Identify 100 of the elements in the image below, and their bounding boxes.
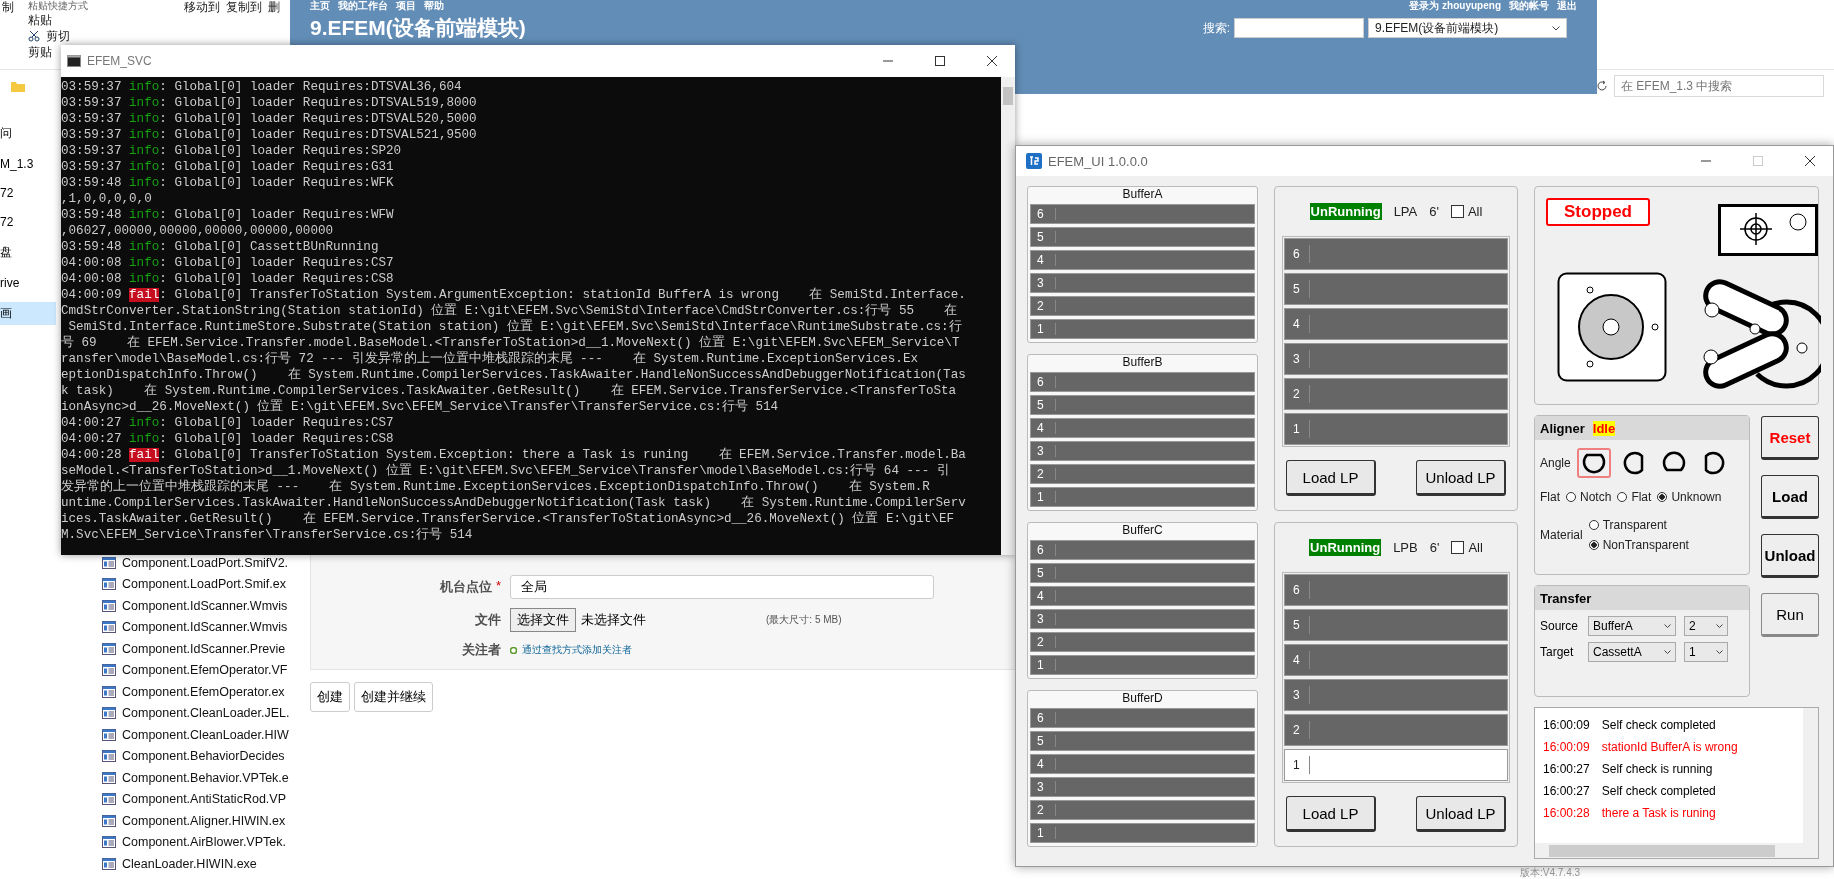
file-name[interactable]: Component.BehaviorDecides bbox=[122, 749, 285, 764]
wafer-slot[interactable]: 3 bbox=[1030, 441, 1255, 461]
radio-button[interactable] bbox=[1588, 540, 1599, 550]
wafer-slot[interactable]: 3 bbox=[1030, 609, 1255, 629]
radio-button[interactable] bbox=[1617, 492, 1628, 502]
nav-item[interactable]: M_1.3 bbox=[0, 154, 56, 174]
file-name[interactable]: Component.IdScanner.Wmvis bbox=[122, 620, 288, 635]
top-menu-link[interactable]: 帮助 bbox=[424, 0, 444, 12]
project-dropdown[interactable]: 9.EFEM(设备前端模块) bbox=[1368, 18, 1567, 38]
wafer-slot[interactable]: 5 bbox=[1030, 395, 1255, 415]
nav-item[interactable]: 画 bbox=[0, 302, 56, 325]
account-link[interactable]: 我的帐号 bbox=[1509, 0, 1549, 12]
delete-button[interactable]: 删 bbox=[268, 0, 280, 14]
wafer-slot[interactable]: 5 bbox=[1030, 563, 1255, 583]
load-port-button[interactable]: Load LP bbox=[1286, 460, 1376, 496]
scrollbar[interactable] bbox=[1803, 708, 1818, 843]
file-name[interactable]: Component.AntiStaticRod.VP bbox=[122, 792, 286, 807]
wafer-slot[interactable]: 6 bbox=[1030, 540, 1255, 560]
wafer-slot[interactable]: 6 bbox=[1030, 204, 1255, 224]
account-link[interactable]: 退出 bbox=[1557, 0, 1577, 12]
wafer-slot[interactable]: 4 bbox=[1030, 250, 1255, 270]
wafer-slot[interactable]: 2 bbox=[1284, 378, 1508, 410]
radio-button[interactable] bbox=[1657, 492, 1668, 502]
action-button[interactable]: Reset bbox=[1761, 416, 1819, 460]
wafer-slot[interactable]: 3 bbox=[1284, 679, 1508, 711]
move-to-button[interactable]: 移动到 bbox=[184, 0, 220, 14]
file-name[interactable]: CleanLoader.HIWIN.exe bbox=[122, 856, 257, 871]
file-name[interactable]: Component.CleanLoader.JEL. bbox=[122, 706, 290, 721]
action-button[interactable]: Run bbox=[1761, 593, 1819, 637]
wafer-slot[interactable]: 1 bbox=[1030, 655, 1255, 675]
wafer-slot[interactable]: 1 bbox=[1030, 319, 1255, 339]
wafer-slot[interactable]: 2 bbox=[1030, 632, 1255, 652]
dropdown[interactable]: 1 bbox=[1684, 642, 1728, 662]
submit-button[interactable]: 创建并继续 bbox=[354, 682, 433, 712]
account-link[interactable]: 登录为 zhouyupeng bbox=[1409, 0, 1501, 12]
wafer-slot[interactable]: 2 bbox=[1284, 714, 1508, 746]
action-button[interactable]: Unload bbox=[1761, 534, 1819, 578]
orientation-button[interactable] bbox=[1576, 448, 1611, 478]
load-port-button[interactable]: Unload LP bbox=[1416, 460, 1506, 496]
wafer-slot[interactable]: 2 bbox=[1030, 464, 1255, 484]
scrollbar[interactable] bbox=[1001, 77, 1015, 555]
nav-item[interactable]: 72 bbox=[0, 183, 56, 203]
wafer-slot[interactable]: 1 bbox=[1284, 413, 1508, 445]
wafer-slot[interactable]: 4 bbox=[1284, 308, 1508, 340]
cut-button[interactable]: 剪切 bbox=[46, 29, 70, 43]
dropdown[interactable]: 2 bbox=[1684, 616, 1728, 636]
nav-item[interactable]: 盘 bbox=[0, 241, 56, 264]
wafer-slot[interactable]: 6 bbox=[1030, 708, 1255, 728]
file-name[interactable]: Component.CleanLoader.HIW bbox=[122, 727, 289, 742]
wafer-slot[interactable]: 4 bbox=[1030, 754, 1255, 774]
nav-item[interactable]: rive bbox=[0, 273, 56, 293]
wafer-slot[interactable]: 3 bbox=[1030, 777, 1255, 797]
wafer-slot[interactable]: 2 bbox=[1030, 800, 1255, 820]
load-port-button[interactable]: Unload LP bbox=[1416, 796, 1506, 832]
top-menu-link[interactable]: 我的工作台 bbox=[338, 0, 388, 12]
scrollbar[interactable] bbox=[1535, 843, 1818, 858]
wafer-slot[interactable]: 5 bbox=[1284, 609, 1508, 641]
file-name[interactable]: Component.LoadPort.Smif.ex bbox=[122, 577, 286, 592]
paste-button[interactable]: 粘贴 bbox=[28, 13, 88, 27]
ribbon-label[interactable]: 粘贴快捷方式 bbox=[28, 0, 88, 11]
wafer-slot[interactable]: 5 bbox=[1030, 227, 1255, 247]
file-name[interactable]: Component.EfemOperator.ex bbox=[122, 684, 285, 699]
file-name[interactable]: Component.IdScanner.Previe bbox=[122, 641, 286, 656]
submit-button[interactable]: 创建 bbox=[310, 682, 350, 712]
wafer-slot[interactable]: 1 bbox=[1030, 487, 1255, 507]
wafer-slot[interactable]: 3 bbox=[1030, 273, 1255, 293]
wafer-slot[interactable]: 1 bbox=[1284, 749, 1508, 781]
file-name[interactable]: Component.EfemOperator.VF bbox=[122, 663, 288, 678]
add-watcher-link[interactable]: 通过查找方式添加关注者 bbox=[522, 643, 632, 657]
dropdown[interactable]: CassettA bbox=[1588, 642, 1676, 662]
checkbox[interactable] bbox=[1450, 205, 1464, 218]
refresh-icon[interactable] bbox=[1596, 80, 1608, 92]
file-name[interactable]: Component.IdScanner.Wmvis bbox=[122, 598, 288, 613]
top-menu-link[interactable]: 项目 bbox=[396, 0, 416, 12]
file-name[interactable]: Component.Aligner.HIWIN.ex bbox=[122, 813, 286, 828]
wafer-slot[interactable]: 2 bbox=[1030, 296, 1255, 316]
wafer-slot[interactable]: 5 bbox=[1030, 731, 1255, 751]
wafer-slot[interactable]: 6 bbox=[1030, 372, 1255, 392]
action-button[interactable]: Load bbox=[1761, 475, 1819, 519]
dropdown[interactable]: BufferA bbox=[1588, 616, 1676, 636]
file-name[interactable]: Component.Behavior.VPTek.e bbox=[122, 770, 289, 785]
wafer-slot[interactable]: 4 bbox=[1284, 644, 1508, 676]
radio-button[interactable] bbox=[1588, 520, 1599, 530]
wafer-slot[interactable]: 4 bbox=[1030, 418, 1255, 438]
wafer-slot[interactable]: 6 bbox=[1284, 238, 1508, 270]
radio-button[interactable] bbox=[1566, 492, 1576, 502]
search-field[interactable] bbox=[1234, 18, 1364, 38]
copy-to-button[interactable]: 复制到 bbox=[226, 0, 262, 14]
nav-item[interactable]: 72 bbox=[0, 212, 56, 232]
text-field[interactable]: 全局 bbox=[510, 575, 934, 599]
choose-file-button[interactable]: 选择文件 bbox=[510, 608, 576, 632]
file-name[interactable]: Component.AirBlower.VPTek. bbox=[122, 835, 286, 850]
wafer-slot[interactable]: 6 bbox=[1284, 574, 1508, 606]
top-menu-link[interactable]: 主页 bbox=[310, 0, 330, 12]
wafer-slot[interactable]: 4 bbox=[1030, 586, 1255, 606]
search-field[interactable]: 在 EFEM_1.3 中搜索 bbox=[1614, 75, 1824, 97]
file-name[interactable]: Component.LoadPort.SmifV2. bbox=[122, 555, 289, 570]
wafer-slot[interactable]: 3 bbox=[1284, 343, 1508, 375]
nav-item[interactable]: 问 bbox=[0, 122, 56, 145]
load-port-button[interactable]: Load LP bbox=[1286, 796, 1376, 832]
